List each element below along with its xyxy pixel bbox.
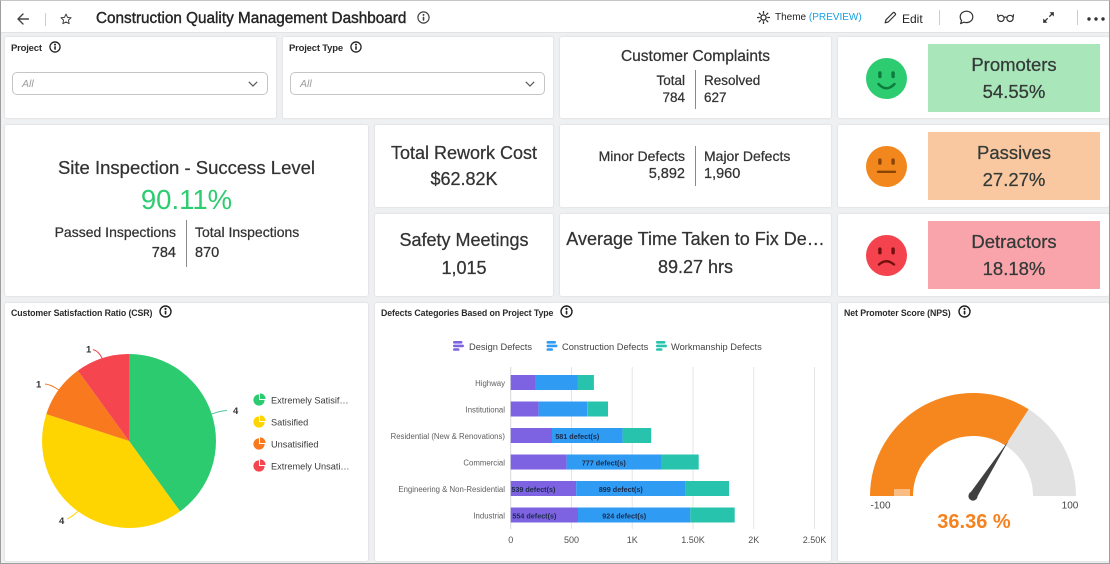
svg-text:-100: -100	[870, 501, 890, 512]
svg-text:539 defect(s): 539 defect(s)	[511, 485, 556, 494]
svg-text:Satisified: Satisified	[271, 418, 308, 428]
svg-text:Design Defects: Design Defects	[469, 342, 532, 352]
svg-text:4: 4	[233, 406, 239, 417]
svg-text:581 defect(s): 581 defect(s)	[555, 432, 600, 441]
svg-text:1.50K: 1.50K	[681, 535, 705, 545]
svg-text:1K: 1K	[627, 535, 638, 545]
svg-text:554 defect(s): 554 defect(s)	[512, 512, 557, 521]
svg-text:36.36 %: 36.36 %	[937, 511, 1011, 533]
svg-text:Residential (New & Renovations: Residential (New & Renovations)	[391, 432, 506, 441]
svg-text:Engineering & Non-Residential: Engineering & Non-Residential	[398, 485, 505, 494]
svg-text:Construction Defects: Construction Defects	[562, 342, 649, 352]
svg-text:1: 1	[36, 380, 42, 391]
svg-text:1: 1	[86, 345, 92, 356]
svg-text:Extremely Satisif…: Extremely Satisif…	[271, 396, 349, 406]
svg-text:4: 4	[59, 516, 65, 527]
svg-text:Commercial: Commercial	[463, 459, 505, 468]
svg-text:2.50K: 2.50K	[803, 535, 827, 545]
svg-text:777 defect(s): 777 defect(s)	[582, 459, 627, 468]
svg-text:Institutional: Institutional	[466, 406, 506, 415]
svg-text:924 defect(s): 924 defect(s)	[602, 512, 647, 521]
svg-text:899 defect(s): 899 defect(s)	[599, 485, 644, 494]
svg-text:Workmanship Defects: Workmanship Defects	[671, 342, 762, 352]
svg-text:0: 0	[508, 535, 513, 545]
svg-text:Unsatisified: Unsatisified	[271, 440, 319, 450]
svg-text:Extremely Unsati…: Extremely Unsati…	[271, 462, 350, 472]
svg-text:500: 500	[564, 535, 579, 545]
svg-text:Industrial: Industrial	[473, 512, 505, 521]
svg-text:100: 100	[1062, 501, 1079, 512]
svg-text:Highway: Highway	[475, 379, 505, 388]
svg-text:2K: 2K	[748, 535, 759, 545]
